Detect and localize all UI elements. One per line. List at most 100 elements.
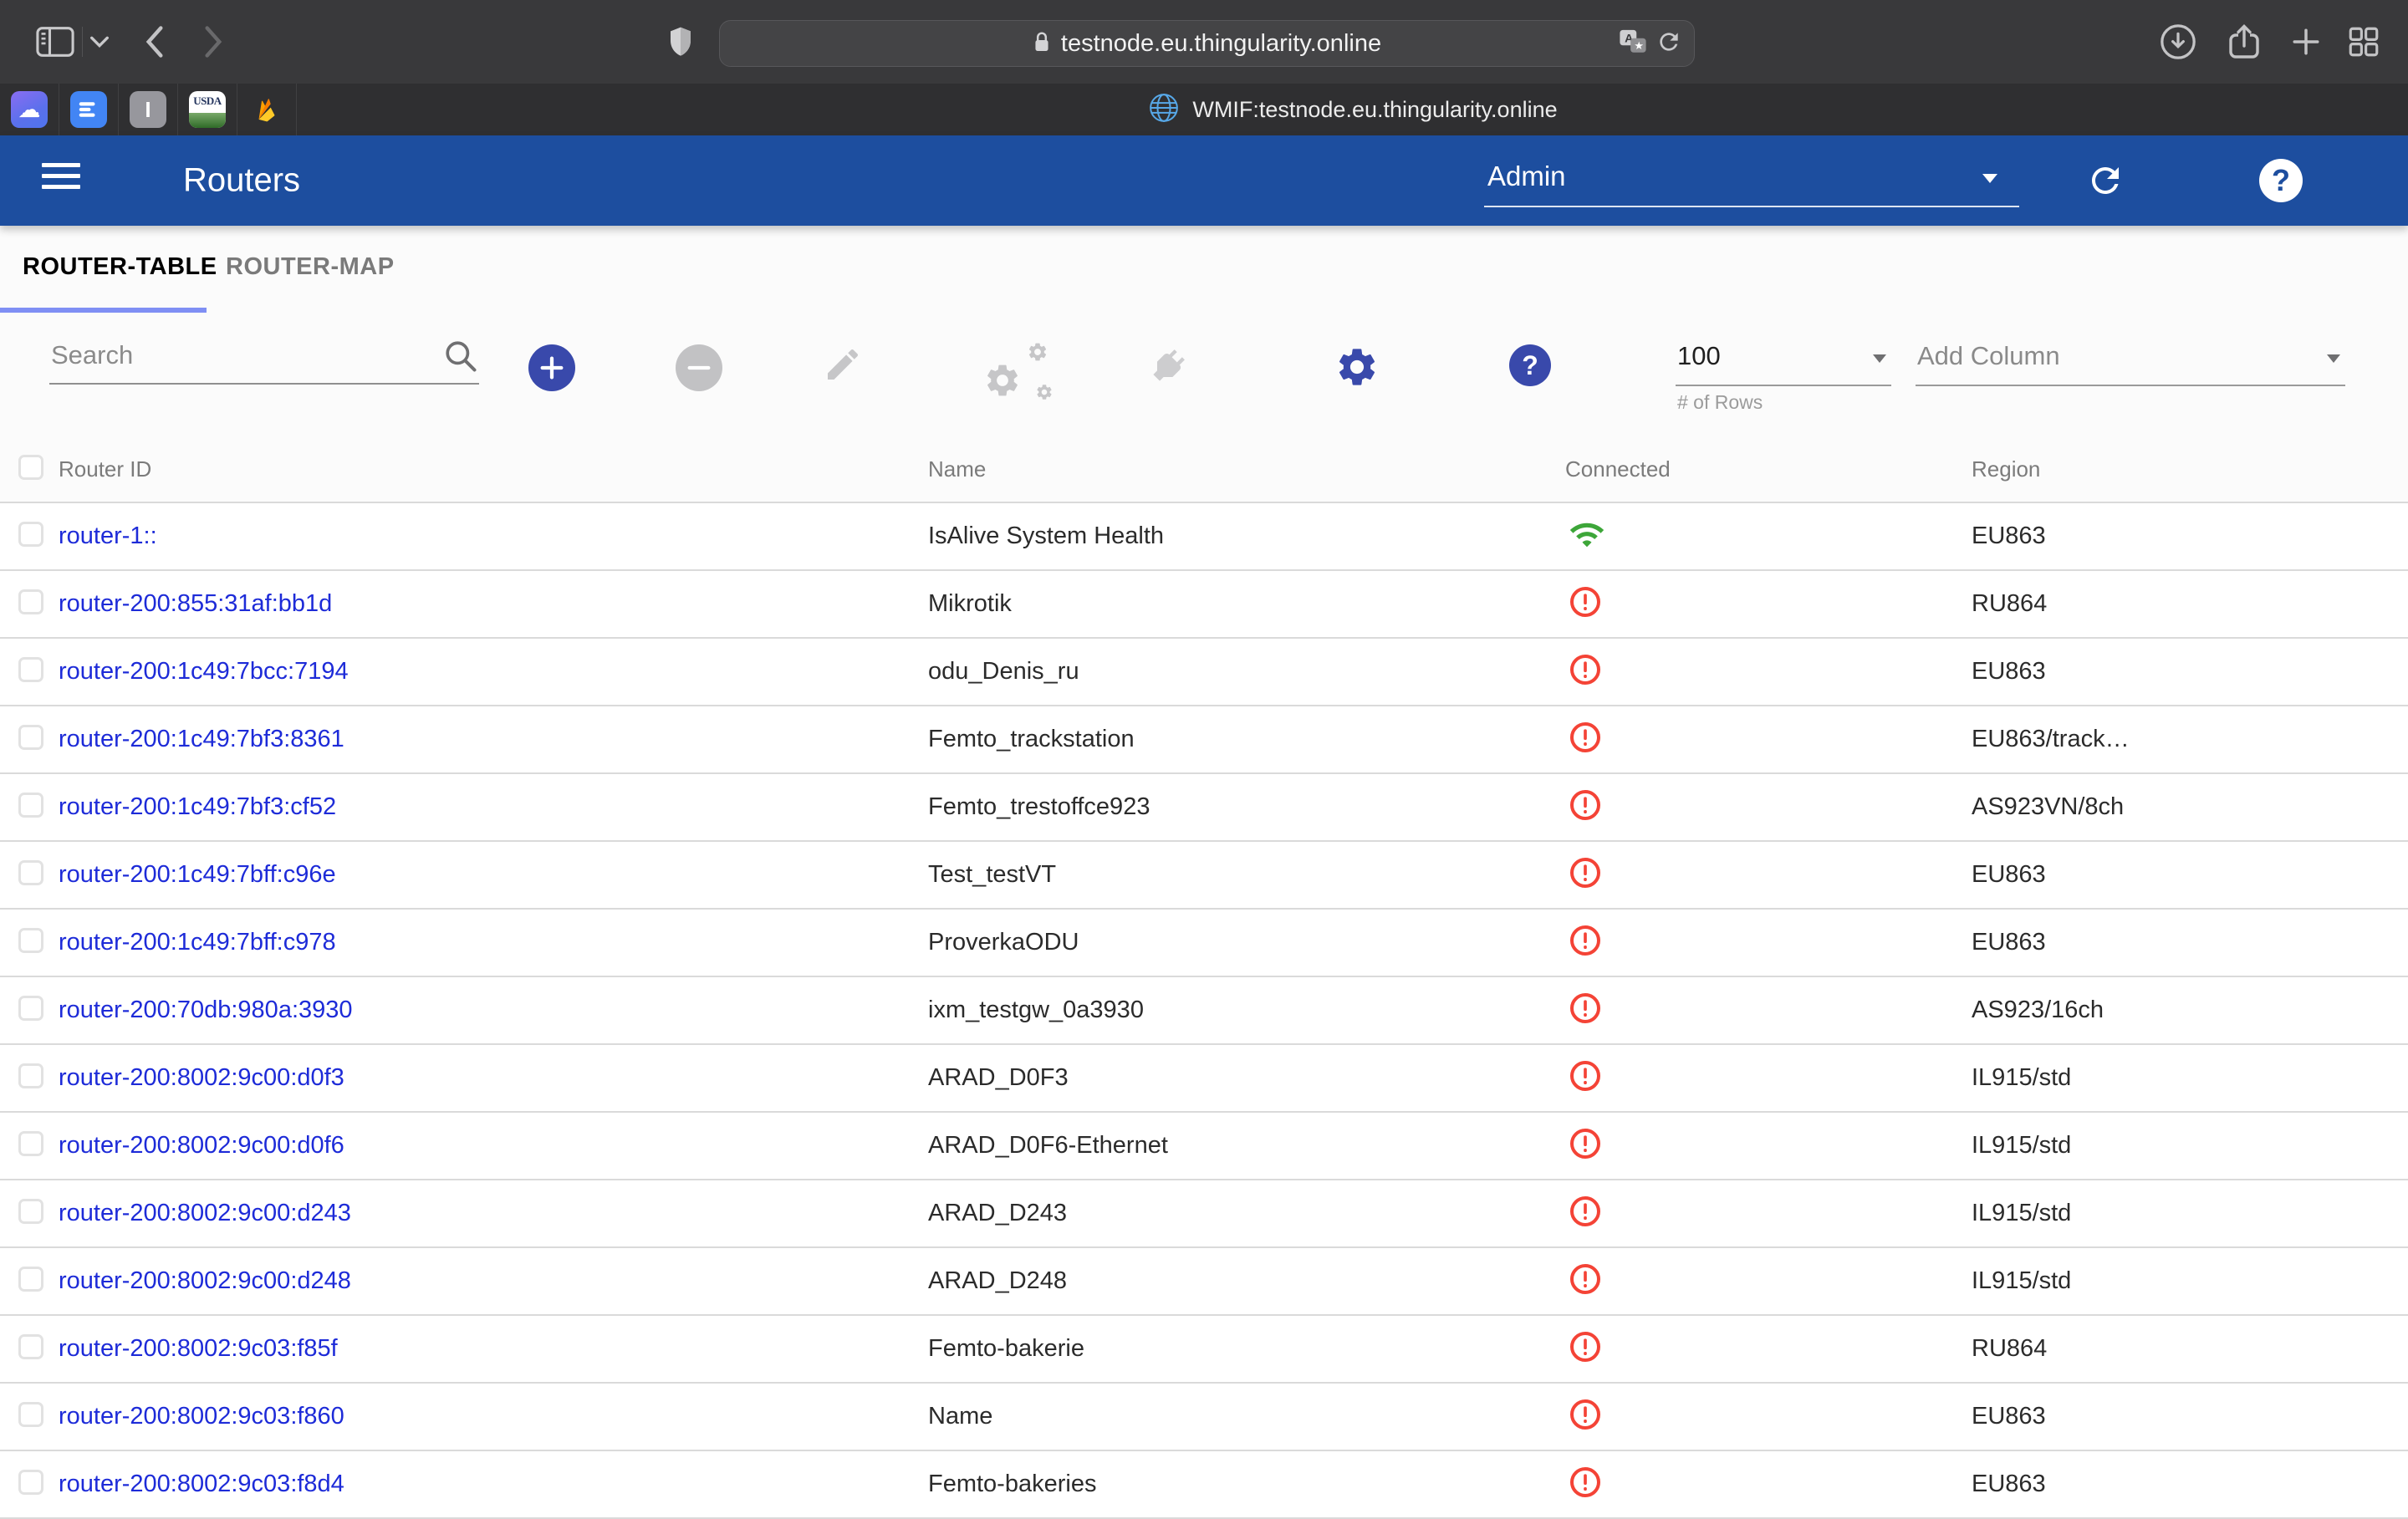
router-name: ProverkaODU [928,929,1079,956]
row-checkbox[interactable] [18,1334,43,1359]
table-row: router-200:8002:9c00:d0f6 ARAD_D0F6-Ethe… [0,1113,2408,1180]
router-region: IL915/std [1972,1200,2071,1226]
row-checkbox[interactable] [18,725,43,750]
connect-plug-icon[interactable] [1146,344,1190,388]
row-checkbox[interactable] [18,522,43,547]
add-router-button[interactable] [528,344,575,391]
router-id-link[interactable]: router-200:855:31af:bb1d [59,590,332,617]
reload-icon[interactable] [1656,28,1682,59]
router-id-link[interactable]: router-200:1c49:7bcc:7194 [59,658,349,685]
edit-pencil-icon[interactable] [823,344,863,385]
router-region: EU863 [1972,1471,2046,1497]
router-region: EU863 [1972,929,2046,956]
select-all-checkbox[interactable] [18,455,43,480]
share-icon[interactable] [2224,22,2264,62]
row-checkbox[interactable] [18,657,43,682]
router-id-link[interactable]: router-200:8002:9c03:f85f [59,1335,338,1362]
pinned-tab-info[interactable]: I [119,84,178,135]
router-region: IL915/std [1972,1064,2071,1091]
table-row: router-200:1c49:7bf3:8361 Femto_tracksta… [0,706,2408,774]
table-help-button[interactable]: ? [1509,344,1551,386]
forward-button-icon[interactable] [199,23,227,60]
search-field[interactable] [49,331,479,385]
row-checkbox[interactable] [18,589,43,614]
router-name: ARAD_D243 [928,1200,1067,1226]
router-id-link[interactable]: router-200:8002:9c03:f8d4 [59,1471,344,1497]
column-header-connected: Connected [1565,456,1972,482]
url-bar[interactable]: testnode.eu.thingularity.online A★ [719,20,1695,67]
error-disconnected-icon [1569,811,1602,825]
router-id-link[interactable]: router-200:8002:9c00:d0f6 [59,1132,344,1159]
router-name: ARAD_D0F3 [928,1064,1069,1091]
refresh-icon[interactable] [2085,161,2125,205]
router-id-link[interactable]: router-1:: [59,522,157,549]
row-checkbox[interactable] [18,1063,43,1088]
column-header-name: Name [928,456,1565,482]
router-id-link[interactable]: router-200:8002:9c00:d243 [59,1200,351,1226]
router-id-link[interactable]: router-200:1c49:7bf3:8361 [59,726,344,752]
router-region: RU864 [1972,590,2047,617]
table-row: router-1:: IsAlive System Health EU863 [0,503,2408,571]
table-row: router-200:70db:980a:3930 ixm_testgw_0a3… [0,977,2408,1045]
sidebar-toggle-icon[interactable] [36,25,74,59]
tab-router-table[interactable]: ROUTER-TABLE [23,226,217,308]
router-name: Name [928,1403,992,1430]
router-id-link[interactable]: router-200:70db:980a:3930 [59,997,353,1023]
toolbar: ? 100 # of Rows Add Column [0,313,2408,436]
router-id-link[interactable]: router-200:1c49:7bff:c96e [59,861,336,888]
settings-gear-icon[interactable] [1334,344,1380,390]
router-region: IL915/std [1972,1132,2071,1159]
help-icon[interactable]: ? [2259,159,2303,202]
row-checkbox[interactable] [18,793,43,818]
row-checkbox[interactable] [18,1470,43,1495]
privacy-shield-icon[interactable] [667,25,694,59]
table-row: router-200:8002:9c03:f860 Name EU863 [0,1384,2408,1451]
pinned-tab-docs[interactable] [59,84,119,135]
router-region: EU863 [1972,1403,2046,1430]
row-checkbox[interactable] [18,860,43,885]
new-tab-icon[interactable] [2288,23,2324,60]
pinned-tab-firebase[interactable] [237,84,297,135]
rows-per-page-select[interactable]: 100 # of Rows [1676,333,1891,386]
row-checkbox[interactable] [18,1267,43,1292]
usda-grass-stripe [189,113,226,128]
translate-icon[interactable]: A★ [1619,28,1647,60]
chrome-divider [82,27,83,57]
column-header-region: Region [1972,456,2408,482]
active-browser-tab[interactable]: WMIF:testnode.eu.thingularity.online [297,84,2408,135]
router-id-link[interactable]: router-200:8002:9c00:d248 [59,1267,351,1294]
row-checkbox[interactable] [18,996,43,1021]
row-checkbox[interactable] [18,928,43,953]
page-tabs: ROUTER-TABLE ROUTER-MAP [0,226,2408,313]
sidebar-chevron-down-icon[interactable] [89,35,110,48]
row-checkbox[interactable] [18,1199,43,1224]
row-checkbox[interactable] [18,1402,43,1427]
lock-icon [1033,29,1051,59]
search-input[interactable] [49,331,421,380]
usda-favicon: USDA [189,91,226,128]
remove-router-button[interactable] [676,344,722,391]
error-disconnected-icon [1569,1149,1602,1164]
router-name: ixm_testgw_0a3930 [928,997,1144,1023]
downloads-icon[interactable] [2159,23,2197,61]
tab-overview-icon[interactable] [2346,24,2381,59]
router-name: Femto-bakerie [928,1335,1084,1362]
search-icon [442,338,479,379]
back-button-icon[interactable] [140,23,169,60]
row-checkbox[interactable] [18,1131,43,1156]
add-column-select[interactable]: Add Column [1916,333,2345,386]
tab-router-map[interactable]: ROUTER-MAP [226,226,395,308]
pinned-tab-usda[interactable]: USDA [178,84,237,135]
router-region: AS923/16ch [1972,997,2104,1023]
pinned-tab-cloud[interactable]: ☁ [0,84,59,135]
dropdown-arrow-icon [1982,174,1997,183]
router-id-link[interactable]: router-200:8002:9c00:d0f3 [59,1064,344,1091]
user-role-select[interactable]: Admin [1484,154,2019,207]
router-id-link[interactable]: router-200:8002:9c03:f860 [59,1403,344,1430]
router-id-link[interactable]: router-200:1c49:7bf3:cf52 [59,793,336,820]
router-id-link[interactable]: router-200:1c49:7bff:c978 [59,929,336,956]
table-body: router-1:: IsAlive System Health EU863 r… [0,502,2408,1519]
rows-per-page-value: 100 [1677,341,1721,371]
menu-hamburger-icon[interactable] [42,163,80,196]
batch-settings-gears-icon[interactable] [983,344,1054,400]
